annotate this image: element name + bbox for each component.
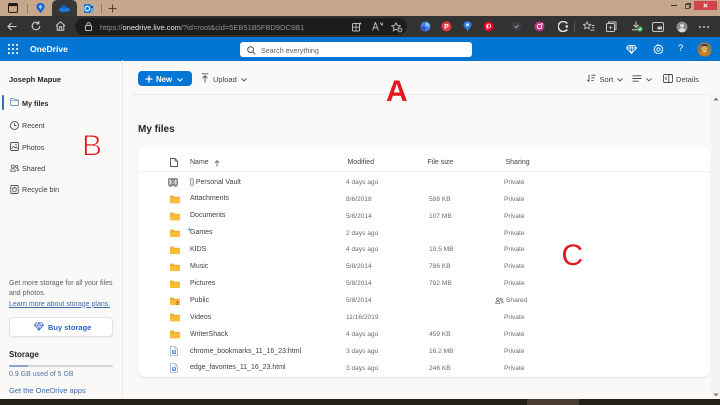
svg-text:B: B <box>82 129 102 162</box>
svg-text:P: P <box>444 24 449 31</box>
